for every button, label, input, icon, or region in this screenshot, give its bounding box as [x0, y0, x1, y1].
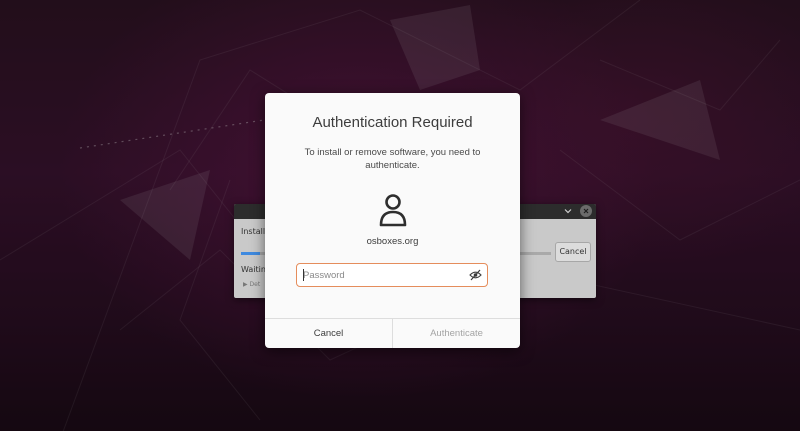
details-label: Det — [249, 281, 261, 288]
close-icon[interactable] — [580, 205, 592, 217]
dialog-button-row: Cancel Authenticate — [265, 318, 520, 348]
cancel-button[interactable]: Cancel — [265, 319, 393, 348]
background-window-label: Install — [241, 227, 266, 236]
eye-slash-icon[interactable] — [469, 269, 482, 281]
dialog-message: To install or remove software, you need … — [304, 147, 481, 171]
dialog-username: osboxes.org — [366, 236, 419, 247]
dialog-title: Authentication Required — [312, 114, 473, 131]
chevron-down-icon[interactable] — [562, 205, 574, 217]
authenticate-button[interactable]: Authenticate — [393, 319, 520, 348]
user-avatar-icon — [379, 194, 407, 227]
text-cursor — [303, 269, 304, 281]
password-input[interactable] — [297, 264, 468, 286]
install-progress-fill — [241, 252, 260, 255]
details-expander[interactable]: ▶ Det — [243, 281, 260, 288]
authentication-dialog: Authentication Required To install or re… — [265, 93, 520, 348]
background-cancel-button[interactable]: Cancel — [555, 242, 591, 262]
password-field[interactable] — [296, 263, 488, 287]
